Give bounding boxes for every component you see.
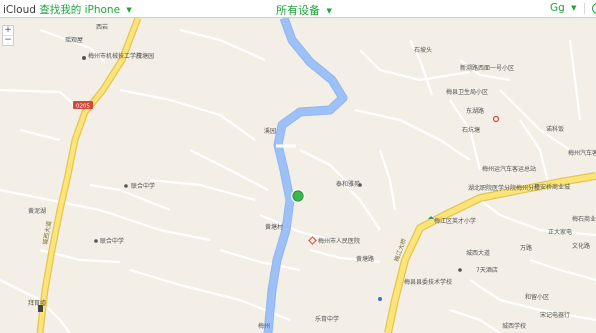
map-label: 黄泥湖	[28, 207, 46, 215]
chevron-down-icon: ▼	[326, 7, 332, 15]
map-label: 黄塘路	[356, 255, 374, 263]
top-bar: iCloud 查找我的 iPhone ▼ 所有设备 ▼ Gg ▼ ?	[0, 0, 596, 18]
map-label: 湖北职院医学分院梅州分校	[468, 184, 540, 192]
help-icon[interactable]: ?	[592, 2, 596, 14]
user-menu[interactable]: Gg ▼ ?	[550, 2, 596, 14]
divider	[583, 2, 585, 14]
device-selector-label: 所有设备	[276, 4, 320, 17]
map-label: 石坡头	[414, 46, 432, 54]
school-icon	[82, 56, 86, 60]
user-initials: Gg	[550, 2, 565, 14]
zoom-in-button[interactable]: +	[3, 26, 13, 35]
map-label: 平安桥商业城	[534, 183, 570, 191]
map-label: 诺科饭	[546, 125, 564, 133]
map-label: 城西大道	[466, 249, 490, 257]
hotel-icon	[458, 268, 462, 272]
map-label: 拜育墟	[28, 299, 46, 307]
device-location-icon[interactable]	[292, 190, 304, 202]
map-label: 溪园	[264, 127, 276, 135]
map-label: 新溯路西面一号小区	[460, 64, 514, 72]
app-title[interactable]: iCloud 查找我的 iPhone ▼	[3, 2, 132, 17]
bus-stop-icon	[378, 297, 382, 301]
map-label: 梅县卫生局小区	[446, 88, 488, 96]
map-label: 乐育中学	[315, 315, 339, 323]
map-label: 梅州	[258, 322, 270, 330]
app-section: 查找我的 iPhone	[39, 4, 121, 16]
map-canvas[interactable]: 0205 瑶观屋 西岩 梅州市机械技工学校 茂塘园 石坡头 新溯路西面一号小区 …	[0, 18, 596, 333]
app-name: iCloud	[3, 4, 36, 16]
zoom-out-button[interactable]: −	[3, 36, 13, 45]
device-selector[interactable]: 所有设备 ▼	[276, 2, 332, 18]
map-label: 梅江区英才小学	[434, 217, 476, 225]
map-label: 黄塘村	[265, 223, 283, 231]
map-label: 梅州市机械技工学校	[88, 52, 142, 60]
school-icon	[94, 239, 98, 243]
school-icon	[124, 184, 128, 188]
chevron-down-icon: ▼	[571, 4, 577, 12]
map-label: 茂塘园	[136, 52, 154, 60]
map-label: 西岩	[96, 23, 108, 31]
map-label: 城西学校	[502, 322, 526, 330]
map-label: 正大家电	[548, 228, 572, 236]
map-label: 联合中学	[131, 182, 155, 190]
route-badge-label: 0205	[76, 103, 90, 109]
map-label: 梅州市人民医院	[318, 237, 360, 245]
map-label: 宋记电器行	[540, 311, 570, 319]
map-label: 东湖路	[466, 107, 484, 115]
map-label: 7天酒店	[476, 266, 498, 274]
map-label: 梅县县委技术学校	[404, 278, 452, 286]
map-label: 文化路	[572, 242, 590, 250]
map-label: 梅州汽车客运有限公司	[568, 149, 596, 157]
zoom-control: + −	[2, 25, 14, 46]
map-label: 瑶观屋	[65, 37, 83, 44]
map-label: 梅石商业街	[572, 215, 596, 223]
map-label: 联合中学	[100, 237, 124, 245]
map-label: 和留小区	[525, 293, 549, 301]
fuel-icon	[38, 305, 43, 312]
map-label: 万路	[520, 244, 532, 252]
chevron-down-icon: ▼	[126, 6, 132, 14]
map-label: 梅州运汽车客运总站	[482, 165, 536, 173]
map-label: 泰和雅苑	[336, 180, 360, 188]
map-label: 石坑塘	[462, 126, 480, 134]
building-icon	[358, 183, 362, 187]
